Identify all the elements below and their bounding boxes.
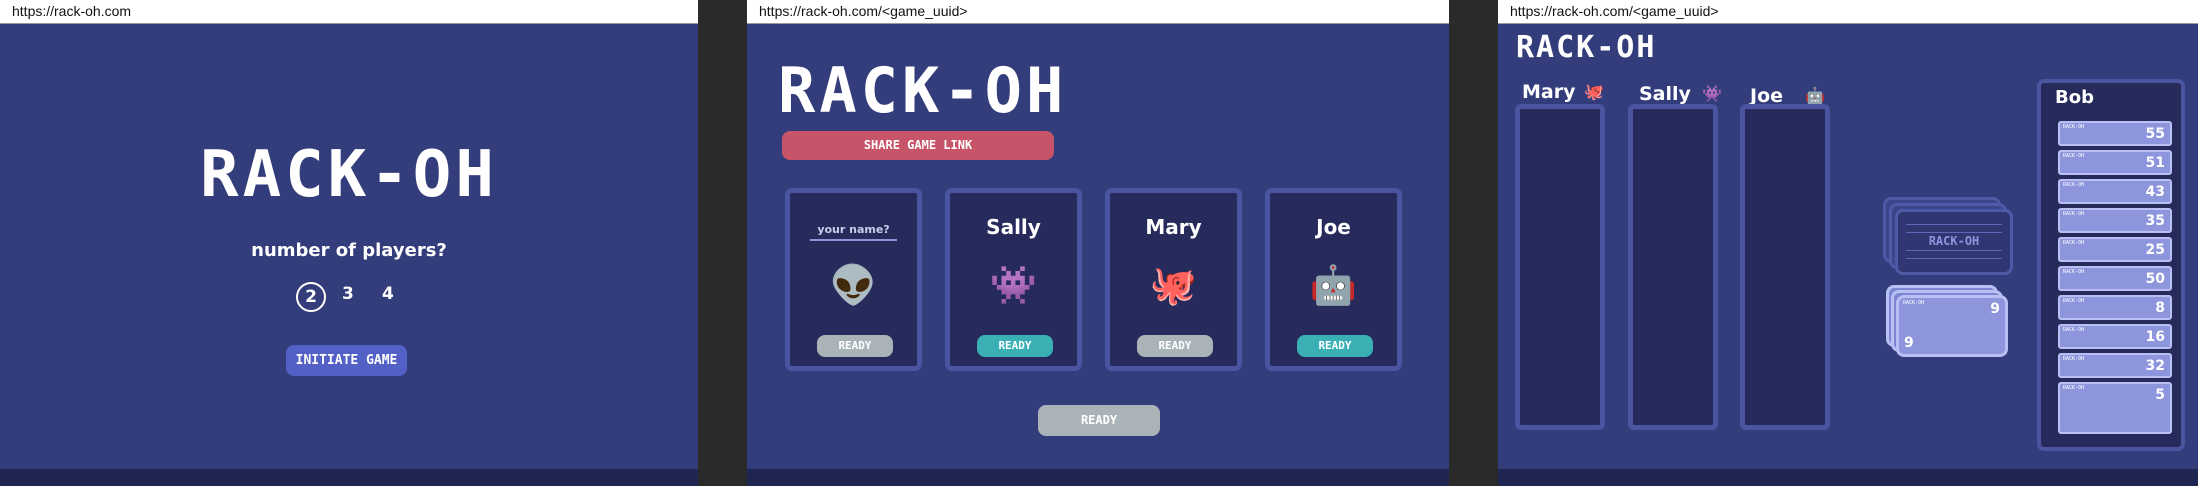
rack-card-label: RACK-OH [2063, 153, 2085, 159]
rack-card[interactable]: RACK-OH 50 [2058, 266, 2172, 291]
octopus-icon: 🐙 [1149, 263, 1198, 307]
opponent-name: Sally [1639, 83, 1691, 105]
rack-card[interactable]: RACK-OH 43 [2058, 179, 2172, 204]
player-name: Bob [2055, 87, 2094, 108]
rack-card-label: RACK-OH [2063, 327, 2085, 333]
rack-card[interactable]: RACK-OH 51 [2058, 150, 2172, 175]
discard-value-top: 9 [1990, 301, 2000, 317]
game-title: RACK-OH [200, 138, 498, 212]
rack-card-label: RACK-OH [2063, 124, 2085, 130]
opponent-name: Mary [1522, 81, 1576, 103]
player-name: Sally [986, 215, 1041, 239]
rack-card-label: RACK-OH [2063, 211, 2085, 217]
draw-pile[interactable]: RACK-OH [1883, 197, 2013, 277]
footer-bar [747, 469, 1449, 486]
rack-card[interactable]: RACK-OH 55 [2058, 121, 2172, 146]
player-card-joe: Joe 🤖 READY [1265, 188, 1402, 371]
player-name: Joe [1316, 215, 1351, 239]
panel-start-screen: https://rack-oh.com RACK-OH number of pl… [0, 0, 698, 486]
rack-card-value: 25 [2145, 242, 2165, 258]
player-rack-panel: Bob RACK-OH 55 RACK-OH 51 RACK-OH 43 RACK-O… [2037, 79, 2185, 451]
rack-card-label: RACK-OH [2063, 182, 2085, 188]
address-bar[interactable]: https://rack-oh.com/<game_uuid> [747, 0, 1449, 24]
rack-card-label: RACK-OH [2063, 298, 2085, 304]
discard-value-bottom: 9 [1904, 335, 1914, 351]
rack-card-value: 55 [2145, 126, 2165, 142]
game-title: RACK-OH [1516, 30, 1657, 65]
rack-card[interactable]: RACK-OH 16 [2058, 324, 2172, 349]
rack-card[interactable]: RACK-OH 25 [2058, 237, 2172, 262]
share-game-link-button[interactable]: SHARE GAME LINK [782, 131, 1054, 160]
name-input-placeholder: your name? [817, 223, 890, 236]
opponent-rack [1740, 104, 1830, 430]
player-card-mary: Mary 🐙 READY [1105, 188, 1242, 371]
rack-card-value: 5 [2155, 387, 2165, 403]
rack-card-value: 16 [2145, 329, 2165, 345]
opponent-rack [1515, 104, 1605, 430]
space-invader-icon: 👾 [989, 263, 1038, 307]
player-count-selector: 2 3 4 [296, 282, 416, 312]
rack-card[interactable]: RACK-OH 8 [2058, 295, 2172, 320]
rack-card-label: RACK-OH [2063, 240, 2085, 246]
rack-card-label: RACK-OH [2063, 356, 2085, 362]
ready-button[interactable]: READY [817, 335, 893, 357]
octopus-icon: 🐙 [1584, 82, 1604, 101]
ready-status: READY [977, 335, 1053, 357]
deck-label: RACK-OH [1928, 234, 1980, 248]
footer-bar [1498, 469, 2198, 486]
address-bar[interactable]: https://rack-oh.com/<game_uuid> [1498, 0, 2198, 24]
rack-card[interactable]: RACK-OH 5 [2058, 382, 2172, 434]
rack-card-value: 50 [2145, 271, 2165, 287]
space-invader-icon: 👾 [1702, 84, 1722, 103]
rack-card[interactable]: RACK-OH 35 [2058, 208, 2172, 233]
initiate-game-button[interactable]: INITIATE GAME [286, 345, 407, 376]
name-input[interactable]: your name? [810, 223, 897, 241]
player-card-sally: Sally 👾 READY [945, 188, 1082, 371]
rack-card-value: 8 [2155, 300, 2165, 316]
discard-card-label: RACK-OH [1903, 300, 1925, 306]
rack-card-label: RACK-OH [2063, 385, 2085, 391]
opponent-rack [1628, 104, 1718, 430]
rack-card-value: 43 [2145, 184, 2165, 200]
rack-card-value: 51 [2145, 155, 2165, 171]
ready-status: READY [1137, 335, 1213, 357]
robot-icon: 🤖 [1309, 263, 1358, 307]
player-card-self: your name? 👽 READY [785, 188, 922, 371]
address-bar[interactable]: https://rack-oh.com [0, 0, 698, 24]
discard-pile[interactable]: RACK-OH 9 9 [1886, 285, 2008, 360]
panel-game-screen: https://rack-oh.com/<game_uuid> RACK-OH … [1498, 0, 2198, 486]
players-question: number of players? [251, 240, 447, 261]
rack-card[interactable]: RACK-OH 32 [2058, 353, 2172, 378]
game-title: RACK-OH [778, 54, 1068, 127]
rack-card-value: 35 [2145, 213, 2165, 229]
robot-icon: 🤖 [1805, 86, 1825, 105]
footer-bar [0, 469, 698, 486]
player-name: Mary [1145, 215, 1202, 239]
panel-lobby-screen: https://rack-oh.com/<game_uuid> RACK-OH … [747, 0, 1449, 486]
ready-status: READY [1297, 335, 1373, 357]
rack-card-label: RACK-OH [2063, 269, 2085, 275]
rack-card-value: 32 [2145, 358, 2165, 374]
player-count-option-2[interactable]: 2 [296, 282, 326, 312]
start-ready-button[interactable]: READY [1038, 405, 1160, 436]
player-count-option-4[interactable]: 4 [382, 284, 394, 304]
alien-icon[interactable]: 👽 [790, 263, 917, 308]
player-count-option-3[interactable]: 3 [342, 284, 354, 304]
